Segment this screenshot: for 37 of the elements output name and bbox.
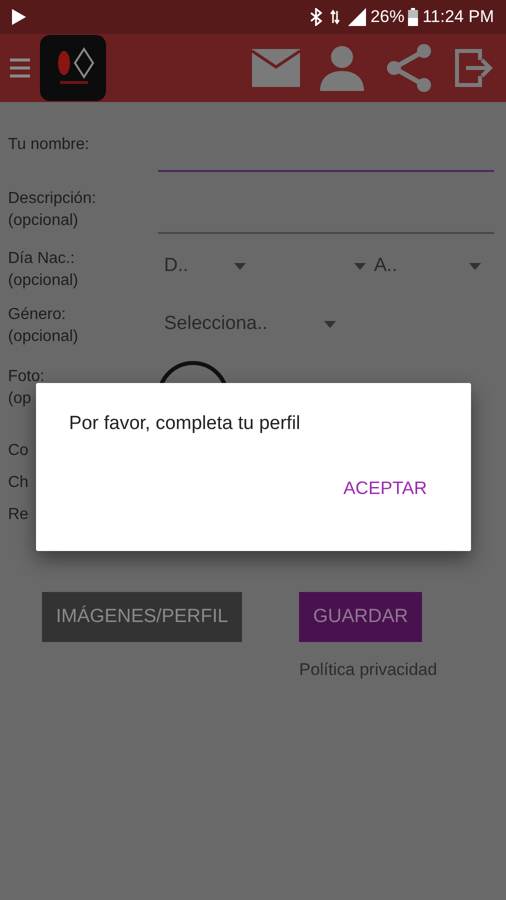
field-label: Día Nac.: bbox=[8, 249, 76, 269]
clock: 11:24 PM bbox=[422, 6, 494, 28]
caret-icon bbox=[354, 262, 366, 270]
person-icon[interactable] bbox=[320, 45, 364, 91]
dropdown[interactable]: A.. bbox=[374, 252, 489, 280]
field-label: Descripción: bbox=[8, 189, 98, 209]
optional-note: (op bbox=[8, 389, 32, 409]
share-icon[interactable] bbox=[386, 43, 432, 93]
field-label: Re bbox=[8, 505, 28, 525]
caret-icon bbox=[469, 262, 481, 270]
battery-icon bbox=[408, 8, 418, 26]
app-logo[interactable] bbox=[40, 35, 106, 101]
battery-percent: 26% bbox=[370, 6, 404, 28]
menu-icon[interactable] bbox=[10, 57, 30, 79]
data-icon bbox=[330, 9, 340, 25]
optional-note: (opcional) bbox=[8, 211, 80, 231]
images-button[interactable]: IMÁGENES/PERFIL bbox=[42, 592, 242, 642]
caret-icon bbox=[324, 320, 336, 328]
field-label: Foto: bbox=[8, 367, 46, 387]
save-button[interactable]: GUARDAR bbox=[299, 592, 422, 642]
caret-icon bbox=[234, 262, 246, 270]
field-label: Co bbox=[8, 441, 28, 461]
field-label: Tu nombre: bbox=[8, 135, 90, 155]
signal-icon bbox=[348, 8, 366, 26]
accept-button[interactable]: ACEPTAR bbox=[343, 475, 427, 502]
field-label: Género: bbox=[8, 305, 67, 325]
privacy-link[interactable]: Política privacidad bbox=[299, 657, 438, 682]
field-label: Ch bbox=[8, 473, 28, 493]
optional-note: (opcional) bbox=[8, 327, 80, 347]
bluetooth-icon bbox=[310, 8, 322, 26]
logout-icon[interactable] bbox=[454, 48, 494, 88]
play-icon bbox=[12, 9, 26, 25]
dropdown[interactable]: D.. bbox=[164, 252, 254, 280]
mail-icon[interactable] bbox=[252, 49, 300, 87]
dropdown[interactable]: Selecciona.. bbox=[164, 310, 344, 338]
optional-note: (opcional) bbox=[8, 271, 80, 291]
dialog-message: Por favor, completa tu perfil bbox=[69, 412, 300, 436]
